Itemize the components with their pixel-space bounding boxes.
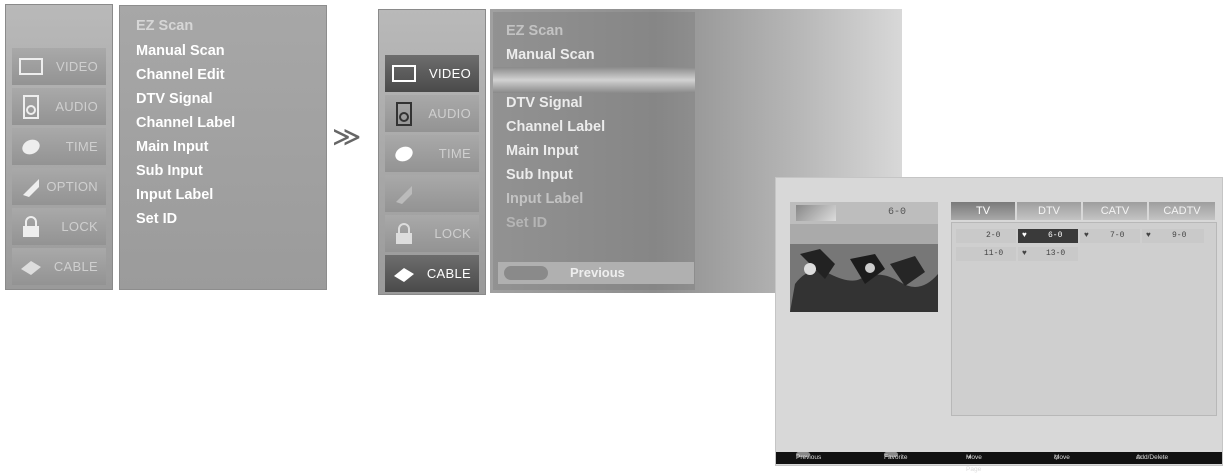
previous-button[interactable]: Previous xyxy=(498,262,694,284)
menu-item-input-label[interactable]: Input Label xyxy=(136,187,213,203)
preview-image xyxy=(790,224,938,312)
preview-header: 6-0 xyxy=(790,202,938,224)
previous-label: Previous xyxy=(570,265,625,280)
channel-tabs: TV DTV CATV CADTV xyxy=(951,202,1215,220)
menu-item-ez-scan[interactable]: EZ Scan xyxy=(136,18,193,34)
transition-arrow: ≫ xyxy=(332,120,362,153)
menu-item-input-label[interactable]: Input Label xyxy=(506,191,583,207)
sidebar-item-audio[interactable]: AUDIO xyxy=(385,95,479,132)
menu-item-dtv-signal[interactable]: DTV Signal xyxy=(506,95,583,111)
favorite-icon: ♥ xyxy=(1084,231,1089,240)
footer-move-page-label: Move Page xyxy=(966,454,982,473)
menu-item-channel-edit[interactable]: Channel Edit xyxy=(136,67,225,83)
channel-cell[interactable]: 11-0 xyxy=(956,247,1016,261)
preview-thumbnail-icon xyxy=(796,205,836,221)
left-sidebar: VIDEO AUDIO TIME OPTION LOCK CABLE xyxy=(5,4,113,290)
channel-number: 2-0 xyxy=(986,231,1001,240)
channel-edit-screen: 6-0 TV DTV CATV CADTV 2-0 ♥ 6-0 ♥ 7-0 ♥ … xyxy=(775,177,1223,473)
tab-dtv[interactable]: DTV xyxy=(1017,202,1081,220)
sidebar-item-label: CABLE xyxy=(53,259,98,274)
menu-item-main-input[interactable]: Main Input xyxy=(136,139,209,155)
clock-icon xyxy=(18,134,44,160)
tab-catv[interactable]: CATV xyxy=(1083,202,1147,220)
tag-icon xyxy=(391,181,417,207)
sidebar-item-cable[interactable]: CABLE xyxy=(12,248,106,285)
sidebar-item-time[interactable]: TIME xyxy=(385,135,479,172)
sidebar-item-lock[interactable]: LOCK xyxy=(385,215,479,252)
sidebar-item-option[interactable] xyxy=(385,175,479,212)
sidebar-item-label: TIME xyxy=(438,146,471,161)
current-channel: 6-0 xyxy=(888,207,907,218)
favorite-icon: ♥ xyxy=(1022,231,1027,240)
channel-number: 6-0 xyxy=(1048,231,1063,240)
sidebar-item-time[interactable]: TIME xyxy=(12,128,106,165)
menu-item-sub-input[interactable]: Sub Input xyxy=(506,167,573,183)
sidebar-item-lock[interactable]: LOCK xyxy=(12,208,106,245)
footer-previous-label: Previous xyxy=(796,454,822,461)
sidebar-item-label: CABLE xyxy=(426,266,471,281)
favorite-icon: ♥ xyxy=(1022,249,1027,258)
menu-item-main-input[interactable]: Main Input xyxy=(506,143,579,159)
sidebar-item-label: LOCK xyxy=(434,226,471,241)
sidebar-item-audio[interactable]: AUDIO xyxy=(12,88,106,125)
channel-cell[interactable]: ♥ 7-0 xyxy=(1080,229,1140,243)
footer-move-label: Move xyxy=(1054,454,1070,461)
speaker-icon xyxy=(391,101,417,127)
channel-cell-selected[interactable]: ♥ 6-0 xyxy=(1018,229,1078,243)
menu-item-set-id[interactable]: Set ID xyxy=(136,211,177,227)
previous-key-icon xyxy=(504,266,548,280)
footer-add-delete-label: Add/Delete xyxy=(1136,454,1169,461)
option-menu-panel: EZ Scan Manual Scan Channel Edit DTV Sig… xyxy=(119,5,327,290)
lock-icon xyxy=(18,214,44,240)
footer-bar: Previous Favorite ⇥ Move Page ◇ Move ⊙ A… xyxy=(776,452,1222,473)
cable-icon xyxy=(18,254,44,280)
channel-number: 13-0 xyxy=(1046,249,1066,258)
menu-item-channel-edit-highlight[interactable] xyxy=(493,67,695,93)
channel-grid: 2-0 ♥ 6-0 ♥ 7-0 ♥ 9-0 11-0 ♥ 13-0 xyxy=(951,222,1217,416)
speaker-icon xyxy=(18,94,44,120)
sidebar-item-label: TIME xyxy=(65,139,98,154)
menu-item-channel-label[interactable]: Channel Label xyxy=(506,119,605,135)
sidebar-item-label: LOCK xyxy=(61,219,98,234)
menu-item-manual-scan[interactable]: Manual Scan xyxy=(136,43,225,59)
sidebar-item-label: VIDEO xyxy=(429,66,471,81)
monitor-icon xyxy=(18,54,44,80)
menu-item-set-id[interactable]: Set ID xyxy=(506,215,547,231)
sidebar-item-video[interactable]: VIDEO xyxy=(12,48,106,85)
tag-icon xyxy=(18,174,44,200)
channel-number: 7-0 xyxy=(1110,231,1125,240)
lock-icon xyxy=(391,221,417,247)
sidebar-item-video[interactable]: VIDEO xyxy=(385,55,479,92)
tab-tv[interactable]: TV xyxy=(951,202,1015,220)
cable-icon xyxy=(391,261,417,287)
monitor-icon xyxy=(391,61,417,87)
right-sidebar: VIDEO AUDIO TIME LOCK CABLE xyxy=(378,9,486,295)
menu-item-manual-scan[interactable]: Manual Scan xyxy=(506,47,595,63)
menu-item-dtv-signal[interactable]: DTV Signal xyxy=(136,91,213,107)
channel-cell[interactable]: 2-0 xyxy=(956,229,1016,243)
clock-icon xyxy=(391,141,417,167)
sidebar-item-label: AUDIO xyxy=(55,99,98,114)
sidebar-item-option[interactable]: OPTION xyxy=(12,168,106,205)
tab-cadtv[interactable]: CADTV xyxy=(1149,202,1215,220)
channel-cell[interactable]: ♥ 9-0 xyxy=(1142,229,1204,243)
sidebar-item-label: VIDEO xyxy=(56,59,98,74)
menu-item-ez-scan[interactable]: EZ Scan xyxy=(506,23,563,39)
footer-favorite-label: Favorite xyxy=(884,454,908,461)
menu-item-sub-input[interactable]: Sub Input xyxy=(136,163,203,179)
sidebar-item-label: AUDIO xyxy=(428,106,471,121)
menu-item-channel-label[interactable]: Channel Label xyxy=(136,115,235,131)
channel-number: 9-0 xyxy=(1172,231,1187,240)
sidebar-item-label: OPTION xyxy=(46,179,98,194)
sidebar-item-cable[interactable]: CABLE xyxy=(385,255,479,292)
channel-number: 11-0 xyxy=(984,249,1004,258)
favorite-icon: ♥ xyxy=(1146,231,1151,240)
channel-cell[interactable]: ♥ 13-0 xyxy=(1018,247,1078,261)
